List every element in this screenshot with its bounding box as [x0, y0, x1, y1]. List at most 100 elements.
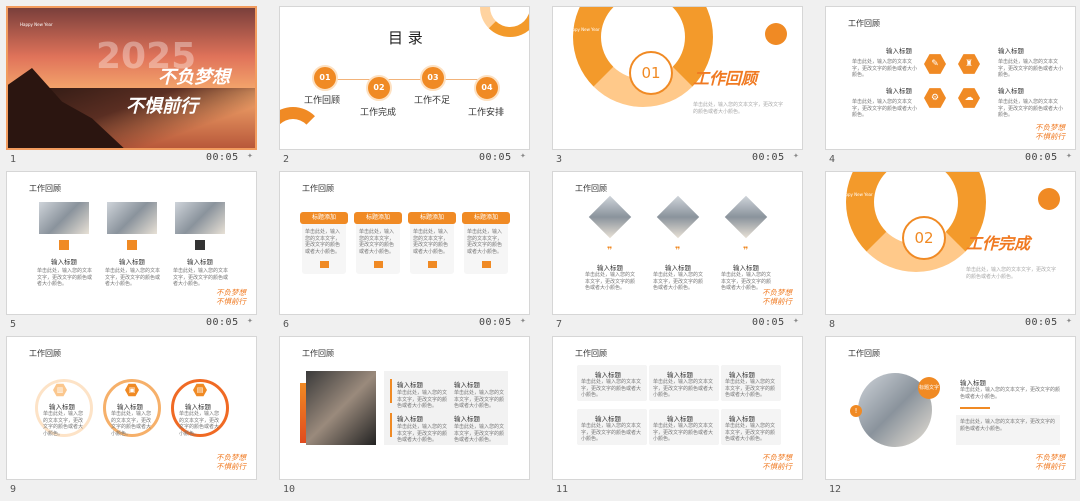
toc-label-4: 工作安排 — [468, 108, 505, 118]
transition-star-icon[interactable]: ✦ — [1066, 318, 1073, 325]
slide-title: 工作回顾 — [29, 184, 61, 193]
slide-eyebrow: Happy New Year — [840, 192, 873, 197]
transition-star-icon[interactable]: ✦ — [520, 153, 527, 160]
slide-headline-1: 不负梦想 — [158, 67, 230, 88]
brand-slogan: 不负梦想 不惧前行 — [1035, 453, 1065, 471]
item-heading: 输入标题 — [729, 371, 755, 379]
slide-title: 工作回顾 — [575, 184, 607, 193]
slide-timing: 00:05 — [206, 152, 239, 163]
item-text: 单击此处，输入您的文本文字，更改文字的颜色或者大小颜色。 — [397, 424, 448, 443]
photo — [175, 202, 225, 234]
transition-star-icon[interactable]: ✦ — [247, 318, 254, 325]
card-tab-2: 标题添加 — [354, 212, 402, 224]
brand-slogan: 不负梦想 不惧前行 — [762, 453, 792, 471]
toc-item-2[interactable]: 02 — [366, 75, 392, 101]
slide-thumb-9[interactable]: 工作回顾 ▥ ▣ ▤ 输入标题 输入标题 输入标题 单击此处，输入您的文本文字，… — [6, 336, 261, 501]
item-heading: 输入标题 — [960, 379, 986, 387]
item-heading: 输入标题 — [51, 258, 77, 266]
item-text: 单击此处，输入您的文本文字，更改文字的颜色或者大小颜色。 — [454, 390, 505, 409]
transition-star-icon[interactable]: ✦ — [1066, 153, 1073, 160]
photo — [39, 202, 89, 234]
slide-thumb-5[interactable]: 工作回顾 输入标题 输入标题 输入标题 单击此处，输入您的文本文字，更改文字的颜… — [6, 171, 261, 336]
ring-decoration-bottom — [280, 107, 324, 149]
transition-star-icon[interactable]: ✦ — [520, 318, 527, 325]
toc-label-1: 工作回顾 — [304, 96, 341, 106]
cloud-icon: ☁ — [958, 88, 980, 108]
transition-star-icon[interactable]: ✦ — [247, 153, 254, 160]
item-heading: 输入标题 — [886, 87, 912, 95]
brand-slogan: 不负梦想 不惧前行 — [216, 453, 246, 471]
slide-timing: 00:05 — [1025, 317, 1058, 328]
card-text: 单击此处，输入您的文本文字，更改文字的颜色或者大小颜色。 — [413, 229, 449, 255]
photo — [107, 202, 157, 234]
slide-headline-2: 不惧前行 — [126, 96, 198, 117]
slide-number: 12 — [829, 484, 842, 495]
slide-number: 4 — [829, 154, 836, 165]
toc-item-4[interactable]: 04 — [474, 75, 500, 101]
bullet-bar — [390, 379, 392, 403]
corner-arc — [7, 172, 30, 195]
slide-timing: 00:05 — [479, 152, 512, 163]
slide-thumb-8[interactable]: Happy New Year 02 工作完成 单击此处，输入您的文本文字，更改文… — [825, 171, 1080, 336]
item-heading: 输入标题 — [998, 87, 1024, 95]
corner-arc — [553, 172, 576, 195]
slide-title: 工作回顾 — [848, 19, 880, 28]
slide-number: 10 — [283, 484, 296, 495]
item-text: 单击此处，输入您的文本文字，更改文字的颜色或者大小颜色。 — [37, 268, 93, 287]
item-heading: 输入标题 — [998, 47, 1024, 55]
item-text: 单击此处，输入您的文本文字，更改文字的颜色或者大小颜色。 — [653, 272, 704, 291]
item-text: 单击此处，输入您的文本文字，更改文字的颜色或者大小颜色。 — [653, 423, 714, 442]
slide-thumb-6[interactable]: 工作回顾 标题添加 标题添加 标题添加 标题添加 单击此处，输入您的文本文字，更… — [279, 171, 534, 336]
slide-timing: 00:05 — [752, 152, 785, 163]
item-text: 单击此处，输入您的文本文字，更改文字的颜色或者大小颜色。 — [998, 59, 1064, 78]
item-text: 单击此处，输入您的文本文字，更改文字的颜色或者大小颜色。 — [585, 272, 636, 291]
card-text: 单击此处，输入您的文本文字，更改文字的颜色或者大小颜色。 — [359, 229, 395, 255]
slide-thumb-1[interactable]: Happy New Year 2025 不负梦想 不惧前行 1 00:05 ✦ — [6, 6, 261, 171]
slide-thumb-7[interactable]: 工作回顾 ❞ ❞ ❞ 输入标题 输入标题 输入标题 单击此处，输入您的文本文字，… — [552, 171, 807, 336]
slide-thumb-12[interactable]: 工作回顾 标题文字 ! 输入标题 单击此处，输入您的文本文字，更改文字的颜色或者… — [825, 336, 1080, 501]
slide-timing: 00:05 — [752, 317, 785, 328]
item-text: 单击此处，输入您的文本文字，更改文字的颜色或者大小颜色。 — [960, 387, 1061, 400]
toc-label-2: 工作完成 — [360, 108, 397, 118]
brand-slogan: 不负梦想 不惧前行 — [216, 288, 246, 306]
corner-arc — [280, 337, 303, 360]
copy-icon — [482, 261, 491, 268]
toc-item-3[interactable]: 03 — [420, 65, 446, 91]
slide-title: 工作回顾 — [848, 349, 880, 358]
photo-people — [306, 371, 376, 445]
tower-icon: ♜ — [958, 54, 980, 74]
slide-title: 工作回顾 — [29, 349, 61, 358]
toc-title: 目 录 — [388, 29, 423, 47]
item-text: 单击此处，输入您的文本文字，更改文字的颜色或者大小颜色。 — [852, 59, 918, 78]
item-heading: 输入标题 — [397, 381, 423, 389]
slide-thumb-2[interactable]: 目 录 01 工作回顾 02 工作完成 03 工作不足 04 工作安排 2 00… — [279, 6, 534, 171]
slide-timing: 00:05 — [206, 317, 239, 328]
item-heading: 输入标题 — [49, 403, 75, 411]
slide-eyebrow: Happy New Year — [20, 22, 53, 27]
item-text: 单击此处，输入您的文本文字，更改文字的颜色或者大小颜色。 — [581, 379, 642, 398]
slide-thumb-10[interactable]: 工作回顾 输入标题 输入标题 输入标题 输入标题 单击此处，输入您的文本文字，更… — [279, 336, 534, 501]
section-badge: 02 — [902, 216, 946, 260]
corner-arc — [7, 337, 30, 360]
slide-number: 11 — [556, 484, 569, 495]
item-heading: 输入标题 — [397, 415, 423, 423]
slide-thumb-4[interactable]: 工作回顾 输入标题 单击此处，输入您的文本文字，更改文字的颜色或者大小颜色。 输… — [825, 6, 1080, 171]
card-tab-3: 标题添加 — [408, 212, 456, 224]
item-heading: 输入标题 — [454, 415, 480, 423]
toc-item-1[interactable]: 01 — [312, 65, 338, 91]
transition-star-icon[interactable]: ✦ — [793, 153, 800, 160]
slide-eyebrow: Happy New Year — [567, 27, 600, 32]
slide-title: 工作回顾 — [302, 349, 334, 358]
card-tab-1: 标题添加 — [300, 212, 348, 224]
item-text: 单击此处，输入您的文本文字，更改文字的颜色或者大小颜色。 — [179, 411, 220, 437]
quote-icon: ❞ — [675, 246, 681, 256]
quote-icon: ❞ — [743, 246, 749, 256]
ring-decoration-top — [480, 7, 529, 37]
corner-arc — [826, 7, 849, 30]
transition-star-icon[interactable]: ✦ — [793, 318, 800, 325]
slide-thumb-3[interactable]: Happy New Year 01 工作回顾 单击此处，输入您的文本文字，更改文… — [552, 6, 807, 171]
slide-timing: 00:05 — [479, 317, 512, 328]
item-heading: 输入标题 — [117, 403, 143, 411]
section-title: 工作回顾 — [693, 69, 758, 88]
slide-thumb-11[interactable]: 工作回顾 输入标题 输入标题 输入标题 输入标题 输入标题 输入标题 单击此处，… — [552, 336, 807, 501]
